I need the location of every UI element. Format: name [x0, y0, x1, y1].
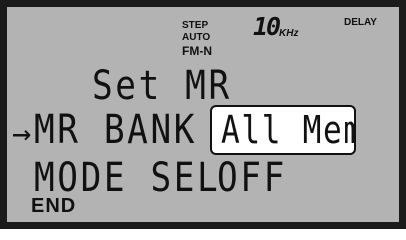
mode-indicator: FM-N [182, 44, 212, 58]
selection-cursor-icon: → [12, 114, 32, 152]
mr-bank-value: All Mem [221, 108, 356, 152]
frequency-step-value: 10 [253, 12, 281, 41]
menu-title: Set MR [92, 63, 232, 109]
step-indicator: STEP [182, 20, 209, 31]
lcd-screen: STEP AUTO FM-N 10 KHz DELAY Set MR → MR … [7, 7, 399, 222]
mr-bank-value-selector[interactable]: All Mem [210, 105, 356, 155]
auto-indicator: AUTO [182, 32, 211, 43]
end-softkey-label[interactable]: END [31, 196, 76, 216]
frequency-unit: KHz [279, 28, 299, 39]
menu-item-mode-sel[interactable]: MODE SEL [34, 158, 220, 198]
delay-indicator: DELAY [344, 17, 377, 28]
mode-sel-value[interactable]: OFF [217, 158, 287, 198]
menu-item-mr-bank[interactable]: MR BANK [34, 110, 197, 150]
